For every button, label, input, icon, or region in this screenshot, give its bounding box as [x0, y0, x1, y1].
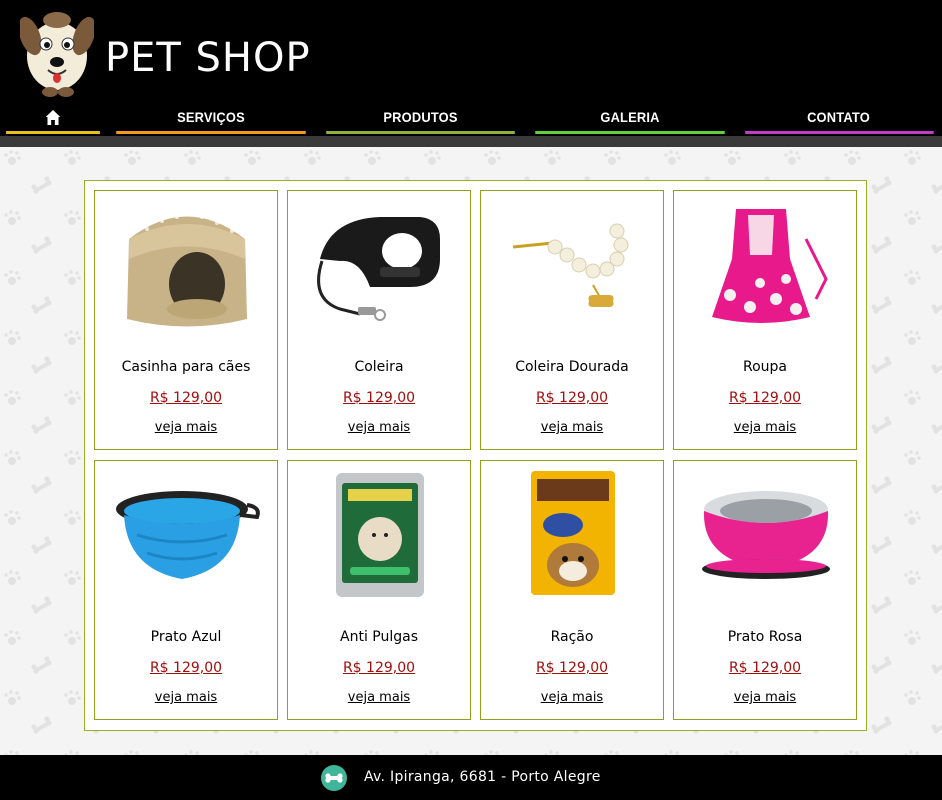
footer-address: Av. Ipiranga, 6681 - Porto Alegre	[364, 769, 601, 785]
product-card[interactable]: Coleira R$ 129,00 veja mais	[287, 190, 471, 450]
product-name: Anti Pulgas	[340, 629, 418, 645]
product-name: Prato Azul	[150, 629, 222, 645]
blue-bowl-icon	[116, 491, 260, 579]
product-price[interactable]: R$ 129,00	[674, 390, 856, 406]
product-card[interactable]: Prato Rosa R$ 129,00 veja mais	[673, 460, 857, 720]
home-icon	[45, 109, 61, 125]
nav-servicos-label: SERVIÇOS	[177, 109, 245, 125]
product-card[interactable]: Ração R$ 129,00 veja mais	[480, 460, 664, 720]
product-more-link[interactable]: veja mais	[288, 690, 470, 705]
main-content: Casinha para cães R$ 129,00 veja mais Co…	[0, 147, 942, 755]
nav-contato-label: CONTATO	[807, 109, 870, 125]
product-price[interactable]: R$ 129,00	[288, 390, 470, 406]
product-more-link[interactable]: veja mais	[95, 420, 277, 435]
product-price[interactable]: R$ 129,00	[95, 390, 277, 406]
product-more-link[interactable]: veja mais	[481, 690, 663, 705]
site-header: PET SHOP SERVIÇOS PRODUTOS GALERIA CONTA…	[0, 0, 942, 147]
bone-icon	[321, 765, 347, 791]
product-price[interactable]: R$ 129,00	[288, 660, 470, 676]
product-name: Casinha para cães	[121, 359, 251, 375]
nav-divider	[0, 136, 942, 147]
nav-galeria[interactable]: GALERIA	[533, 98, 726, 136]
product-card[interactable]: Casinha para cães R$ 129,00 veja mais	[94, 190, 278, 450]
product-more-link[interactable]: veja mais	[481, 420, 663, 435]
nav-produtos-underline	[326, 131, 515, 134]
nav-home[interactable]	[4, 98, 102, 136]
nav-servicos[interactable]: SERVIÇOS	[114, 98, 307, 136]
nav-galeria-label: GALERIA	[600, 109, 660, 125]
product-card[interactable]: Coleira Dourada R$ 129,00 veja mais	[480, 190, 664, 450]
product-more-link[interactable]: veja mais	[95, 690, 277, 705]
pink-bowl-icon	[702, 491, 830, 579]
product-price[interactable]: R$ 129,00	[481, 660, 663, 676]
dog-food-pouch-icon	[531, 471, 615, 595]
product-more-link[interactable]: veja mais	[674, 420, 856, 435]
dog-face-icon[interactable]	[20, 8, 94, 98]
nav-home-underline	[6, 131, 100, 134]
product-name: Coleira	[354, 359, 404, 375]
pearl-collar-icon	[512, 223, 629, 307]
product-card[interactable]: Anti Pulgas R$ 129,00 veja mais	[287, 460, 471, 720]
products-panel: Casinha para cães R$ 129,00 veja mais Co…	[84, 180, 867, 731]
nav-servicos-underline	[116, 131, 306, 134]
dog-bed-icon	[127, 215, 247, 327]
product-name: Coleira Dourada	[515, 359, 629, 375]
nav-galeria-underline	[535, 131, 725, 134]
brand-title[interactable]: PET SHOP	[105, 34, 311, 82]
product-name: Prato Rosa	[727, 629, 803, 645]
main-nav: SERVIÇOS PRODUTOS GALERIA CONTATO	[0, 98, 942, 136]
nav-contato[interactable]: CONTATO	[743, 98, 934, 136]
product-card[interactable]: Prato Azul R$ 129,00 veja mais	[94, 460, 278, 720]
flea-treatment-icon	[336, 473, 424, 597]
product-card[interactable]: Roupa R$ 129,00 veja mais	[673, 190, 857, 450]
product-more-link[interactable]: veja mais	[288, 420, 470, 435]
product-price[interactable]: R$ 129,00	[674, 660, 856, 676]
product-name: Ração	[550, 629, 594, 645]
product-price[interactable]: R$ 129,00	[95, 660, 277, 676]
dog-dress-icon	[712, 209, 828, 323]
nav-produtos-label: PRODUTOS	[383, 109, 458, 125]
nav-contato-underline	[745, 131, 934, 134]
nav-produtos[interactable]: PRODUTOS	[324, 98, 516, 136]
product-more-link[interactable]: veja mais	[674, 690, 856, 705]
product-name: Roupa	[742, 359, 787, 375]
product-price[interactable]: R$ 129,00	[481, 390, 663, 406]
site-footer: Av. Ipiranga, 6681 - Porto Alegre	[0, 755, 942, 800]
retractable-leash-icon	[317, 217, 440, 321]
